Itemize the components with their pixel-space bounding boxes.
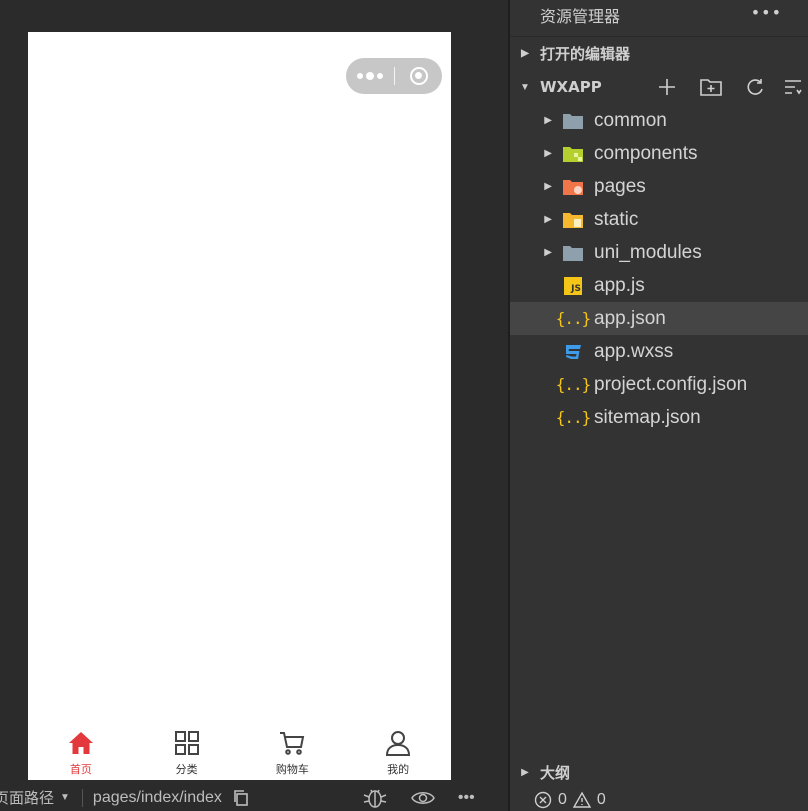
chevron-right-icon: ▶ <box>544 181 552 192</box>
json-file-icon: {..} <box>555 375 592 394</box>
outline-section[interactable]: ▶ 大纲 <box>510 756 808 788</box>
folder-pages-icon <box>562 176 584 198</box>
chevron-right-icon: ▶ <box>544 115 552 126</box>
section-label: 大纲 <box>540 763 571 782</box>
eye-icon[interactable] <box>410 789 436 807</box>
tree-item-label: pages <box>594 175 646 197</box>
js-file-icon: JS <box>562 275 584 297</box>
tree-item-label: app.js <box>594 274 645 296</box>
page-path-value: pages/index/index <box>92 788 222 806</box>
copy-icon[interactable] <box>232 789 250 807</box>
grid-icon <box>174 731 199 755</box>
tree-item-label: project.config.json <box>594 373 748 395</box>
chevron-down-icon: ▼ <box>520 81 530 93</box>
folder-static-icon <box>562 209 584 231</box>
cart-icon <box>280 732 305 755</box>
tree-item-app-js[interactable]: JS app.js <box>510 269 808 302</box>
tree-item-label: app.wxss <box>594 340 674 362</box>
chevron-right-icon: ▶ <box>521 48 529 59</box>
tree-item-label: static <box>594 208 639 230</box>
chevron-right-icon: ▶ <box>544 148 552 159</box>
more-actions-icon[interactable]: ••• <box>751 3 782 22</box>
tab-category[interactable]: 分类 <box>134 726 240 780</box>
error-count: 0 <box>558 790 567 808</box>
chevron-right-icon: ▶ <box>521 766 529 778</box>
dot <box>377 73 383 79</box>
file-tree: ▶ common ▶ components ▶ pages ▶ static ▶… <box>510 104 808 434</box>
tree-item-app-wxss[interactable]: app.wxss <box>510 335 808 368</box>
project-section[interactable]: ▼ WXAPP <box>510 70 808 104</box>
tree-item-pages[interactable]: ▶ pages <box>510 170 808 203</box>
chevron-right-icon: ▶ <box>544 214 552 225</box>
folder-icon <box>562 242 584 264</box>
more-menu-button[interactable] <box>346 58 394 94</box>
project-actions <box>646 70 808 104</box>
page-path-label[interactable]: 页面路径 <box>0 787 54 808</box>
dot <box>357 73 363 79</box>
tree-item-label: components <box>594 142 698 164</box>
explorer-header: 资源管理器 ••• <box>510 0 808 30</box>
folder-components-icon <box>562 143 584 165</box>
refresh-icon <box>747 79 763 95</box>
divider <box>81 788 83 807</box>
tree-item-label: common <box>594 109 667 131</box>
css-file-icon <box>562 341 584 363</box>
explorer-panel: 资源管理器 ••• ▶ 打开的编辑器 ▼ WXAPP ▶ common ▶ co… <box>510 0 808 811</box>
tree-item-uni-modules[interactable]: ▶ uni_modules <box>510 236 808 269</box>
new-file-button[interactable] <box>646 70 688 104</box>
tree-item-sitemap[interactable]: {..} sitemap.json <box>510 401 808 434</box>
refresh-button[interactable] <box>734 70 776 104</box>
json-file-icon: {..} <box>555 408 592 427</box>
tab-label: 首页 <box>69 763 92 776</box>
chevron-down-icon[interactable]: ▼ <box>60 792 70 803</box>
open-editors-section[interactable]: ▶ 打开的编辑器 <box>510 36 808 70</box>
tab-label: 购物车 <box>275 763 309 776</box>
folder-icon <box>562 110 584 132</box>
json-file-icon: {..} <box>555 309 592 328</box>
tab-home[interactable]: 首页 <box>28 726 134 780</box>
tree-item-label: sitemap.json <box>594 406 701 428</box>
tree-item-label: uni_modules <box>594 241 702 263</box>
close-miniprogram-button[interactable] <box>395 58 442 94</box>
collapse-icon <box>785 80 802 95</box>
warning-icon <box>572 791 591 808</box>
error-icon <box>534 791 552 808</box>
warning-count: 0 <box>596 790 606 808</box>
new-folder-button[interactable] <box>690 70 732 104</box>
tab-bar: 首页 分类 购物车 我的 <box>28 726 451 780</box>
tree-item-components[interactable]: ▶ components <box>510 137 808 170</box>
user-icon <box>386 731 411 756</box>
section-label: 打开的编辑器 <box>540 45 631 63</box>
chevron-right-icon: ▶ <box>544 247 552 258</box>
tree-item-static[interactable]: ▶ static <box>510 203 808 236</box>
home-icon <box>68 732 93 754</box>
problems-status[interactable]: 0 0 <box>510 788 808 811</box>
tab-label: 我的 <box>387 763 410 776</box>
tab-label: 分类 <box>175 763 198 776</box>
dot <box>366 72 374 80</box>
section-label: WXAPP <box>540 78 602 96</box>
tree-item-app-json[interactable]: {..} app.json <box>510 302 808 335</box>
tree-item-common[interactable]: ▶ common <box>510 104 808 137</box>
tree-item-project-config[interactable]: {..} project.config.json <box>510 368 808 401</box>
plus-icon <box>659 79 675 95</box>
simulator-panel: 首页 分类 购物车 我的 页面路径 ▼ pages/index/index ••… <box>0 0 508 811</box>
tab-me[interactable]: 我的 <box>345 726 451 780</box>
more-icon[interactable]: ••• <box>458 789 475 807</box>
bug-icon[interactable] <box>362 787 388 809</box>
collapse-all-button[interactable] <box>778 70 808 104</box>
new-folder-icon <box>700 79 722 96</box>
explorer-title: 资源管理器 <box>540 7 621 26</box>
tab-cart[interactable]: 购物车 <box>240 726 346 780</box>
phone-screen: 首页 分类 购物车 我的 <box>28 32 451 780</box>
menu-capsule <box>346 58 442 94</box>
simulator-status-bar: 页面路径 ▼ pages/index/index ••• <box>0 784 508 811</box>
target-icon <box>409 67 428 85</box>
tree-item-label: app.json <box>594 307 666 329</box>
